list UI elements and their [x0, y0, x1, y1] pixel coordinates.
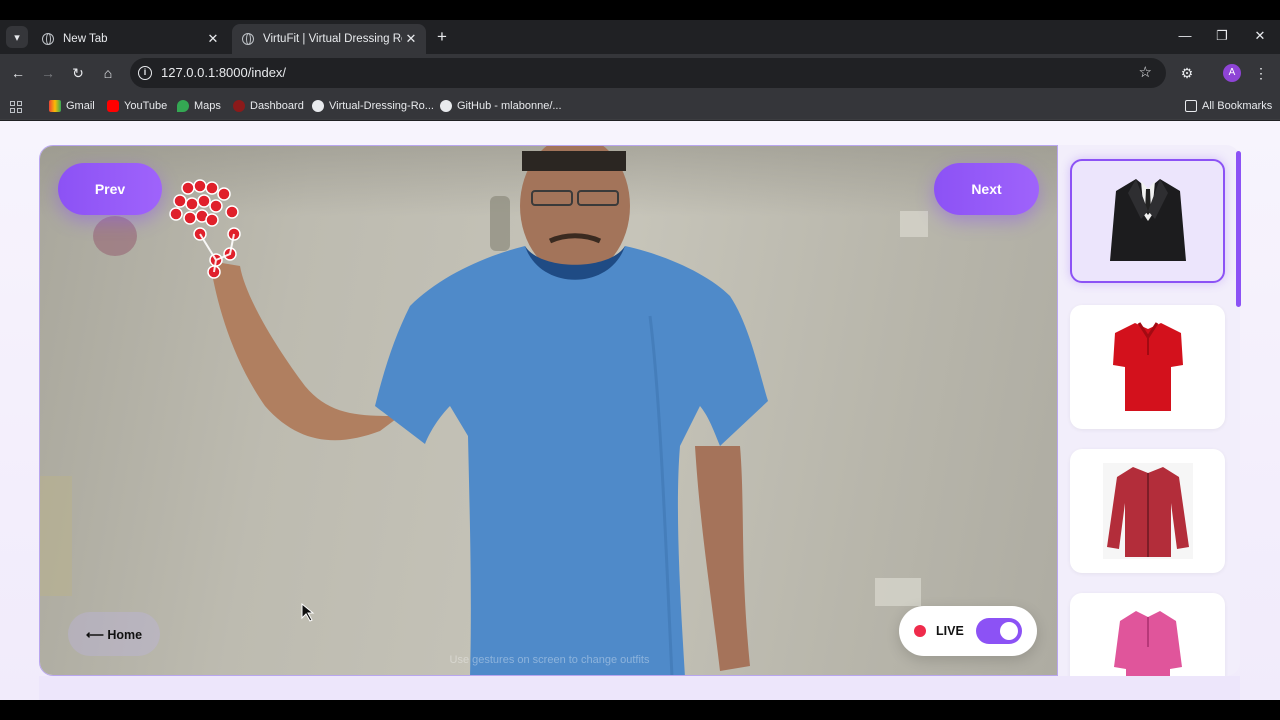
page-footer-strip — [39, 676, 1240, 700]
maps-icon — [177, 100, 189, 112]
extensions-icon[interactable]: ⚙ — [1177, 63, 1197, 83]
outfit-card-black-suit[interactable] — [1070, 159, 1225, 283]
tab-virtufit[interactable]: VirtuFit | Virtual Dressing Room ✕ — [232, 24, 426, 54]
live-label: LIVE — [936, 624, 964, 638]
bookmark-label: Gmail — [66, 100, 95, 112]
bookmarks-bar: Gmail YouTube Maps Dashboard Virtual-Dre… — [0, 92, 1280, 120]
menu-icon[interactable]: ⋮ — [1251, 63, 1271, 83]
prev-button[interactable]: Prev — [58, 163, 162, 215]
window-close-icon[interactable]: ✕ — [1250, 28, 1270, 44]
live-indicator: LIVE — [899, 606, 1037, 656]
bookmark-label: GitHub - mlabonne/... — [457, 100, 562, 112]
reload-icon[interactable]: ↻ — [68, 63, 88, 83]
person-overlay — [40, 146, 928, 675]
close-icon[interactable]: ✕ — [402, 31, 420, 47]
bookmark-label: All Bookmarks — [1202, 100, 1273, 112]
outfit-card-maroon-shirt[interactable] — [1070, 449, 1225, 573]
apps-grid-icon[interactable] — [10, 101, 22, 113]
new-tab-button[interactable]: + — [433, 28, 451, 46]
bookmark-maps[interactable]: Maps — [177, 98, 221, 114]
pink-kurta-icon — [1113, 611, 1182, 676]
close-icon[interactable]: ✕ — [204, 31, 222, 47]
github-icon — [312, 100, 324, 112]
browser-window: ▾ New Tab ✕ VirtuFit | Virtual Dressing … — [0, 20, 1280, 700]
dashboard-icon — [233, 100, 245, 112]
live-dot — [914, 625, 926, 637]
restore-icon[interactable]: ❐ — [1212, 28, 1232, 44]
red-polo-icon — [1112, 322, 1183, 411]
gmail-icon — [49, 100, 61, 112]
toolbar: ← → ↻ ⌂ i 127.0.0.1:8000/index/ ☆ ⚙ A ⋮ — [0, 54, 1280, 92]
site-info-icon[interactable]: i — [138, 66, 152, 80]
github-icon — [440, 100, 452, 112]
youtube-icon — [107, 100, 119, 112]
black-suit-icon — [1109, 179, 1186, 261]
tab-title: New Tab — [63, 33, 108, 45]
maroon-shirt-icon — [1102, 463, 1193, 559]
tab-strip: ▾ New Tab ✕ VirtuFit | Virtual Dressing … — [0, 20, 1280, 54]
live-toggle[interactable] — [975, 618, 1022, 644]
bookmark-label: Dashboard — [250, 100, 304, 112]
gesture-hint: Use gestures on screen to change outfits — [449, 654, 650, 666]
bookmark-github-mlabonne[interactable]: GitHub - mlabonne/... — [440, 98, 562, 114]
tab-new-tab[interactable]: New Tab ✕ — [32, 24, 228, 54]
forward-icon[interactable]: → — [38, 63, 58, 83]
outfit-card-pink-kurta[interactable] — [1070, 593, 1225, 676]
all-bookmarks[interactable]: All Bookmarks — [1185, 98, 1272, 114]
globe-icon — [242, 33, 254, 45]
tab-search-icon[interactable]: ▾ — [6, 26, 28, 48]
bookmark-dashboard[interactable]: Dashboard — [233, 98, 304, 114]
home-icon[interactable]: ⌂ — [98, 63, 118, 83]
outfit-card-red-polo[interactable] — [1070, 305, 1225, 429]
tab-title: VirtuFit | Virtual Dressing Room — [263, 33, 402, 45]
outfit-sidebar[interactable] — [1058, 145, 1240, 676]
bookmark-label: Virtual-Dressing-Ro... — [329, 100, 434, 112]
camera-feed: Prev Next ⟵ Home Use gestures on screen … — [39, 145, 1058, 676]
chrome-icon — [42, 33, 54, 45]
bookmark-youtube[interactable]: YouTube — [107, 98, 167, 114]
sidebar-scrollbar[interactable] — [1236, 151, 1241, 307]
toggle-knob — [999, 622, 1018, 640]
bookmark-star-icon[interactable]: ☆ — [1139, 63, 1152, 81]
home-button[interactable]: ⟵ Home — [68, 612, 160, 656]
bookmark-gmail[interactable]: Gmail — [49, 98, 95, 114]
virtufit-page: Prev Next ⟵ Home Use gestures on screen … — [0, 121, 1280, 700]
minimize-icon[interactable]: — — [1175, 28, 1195, 43]
folder-icon — [1185, 100, 1197, 112]
address-bar[interactable]: i 127.0.0.1:8000/index/ ☆ — [130, 58, 1166, 88]
bookmark-label: YouTube — [124, 100, 168, 112]
back-icon[interactable]: ← — [8, 63, 28, 83]
bookmark-virtual-dressing[interactable]: Virtual-Dressing-Ro... — [312, 98, 434, 114]
next-button[interactable]: Next — [934, 163, 1039, 215]
profile-avatar[interactable]: A — [1223, 64, 1241, 82]
bookmark-label: Maps — [194, 100, 221, 112]
url-text: 127.0.0.1:8000/index/ — [161, 65, 287, 80]
